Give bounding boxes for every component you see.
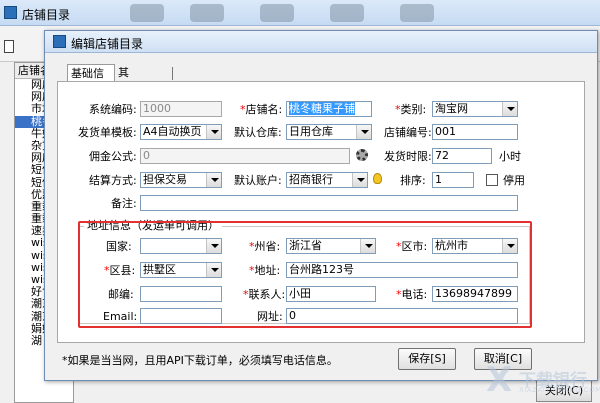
- default-warehouse-value: 日用仓库: [289, 125, 333, 138]
- phone-field[interactable]: 13698947899: [432, 286, 518, 302]
- tab-other[interactable]: 其它: [115, 64, 132, 96]
- default-warehouse-select[interactable]: 日用仓库: [286, 124, 372, 140]
- commission-formula-field[interactable]: 0: [140, 148, 350, 164]
- commission-formula-label: 佣金公式:: [89, 150, 137, 163]
- sort-field[interactable]: 1: [432, 172, 474, 188]
- ship-template-value: A4自动换页: [143, 125, 202, 138]
- new-document-icon[interactable]: [4, 40, 14, 53]
- default-account-value: 招商银行: [289, 173, 333, 186]
- category-label: *类别:: [395, 103, 427, 116]
- shop-number-label: 店铺编号:: [384, 126, 432, 139]
- email-field[interactable]: [140, 308, 222, 324]
- chevron-down-icon[interactable]: [502, 102, 517, 116]
- city-value: 杭州市: [435, 239, 468, 252]
- system-code-field[interactable]: 1000: [140, 101, 222, 117]
- chevron-down-icon[interactable]: [360, 239, 375, 253]
- blurred-taskbar-icons: [120, 2, 450, 24]
- app-icon: [4, 6, 17, 19]
- chevron-down-icon[interactable]: [206, 173, 221, 187]
- street-field[interactable]: 台州路123号: [286, 262, 518, 278]
- contact-field[interactable]: 小田: [286, 286, 376, 302]
- category-select[interactable]: 淘宝网: [432, 101, 518, 117]
- disabled-label: 停用: [503, 174, 525, 187]
- tab-separator: [172, 67, 173, 80]
- dialog-titlebar: 编辑店铺目录: [45, 31, 597, 53]
- email-label: Email:: [103, 310, 138, 323]
- shop-name-label: *店铺名:: [240, 103, 283, 116]
- shop-name-value: 桃冬糖果子铺: [289, 102, 355, 115]
- province-label: *州省:: [249, 240, 281, 253]
- postcode-label: 邮编:: [108, 288, 134, 301]
- dialog-icon: [53, 35, 66, 48]
- remark-label: 备注:: [111, 197, 137, 210]
- footnote: *如果是当当网，且用API下载订单，必须填写电话信息。: [62, 354, 338, 367]
- cancel-button[interactable]: 取消[C]: [474, 348, 532, 370]
- contact-label: *联系人:: [243, 288, 286, 301]
- website-label: 网址:: [257, 310, 283, 323]
- dialog-title: 编辑店铺目录: [71, 37, 144, 51]
- province-value: 浙江省: [289, 239, 322, 252]
- settlement-method-select[interactable]: 担保交易: [140, 172, 222, 188]
- close-button[interactable]: 关闭(C): [536, 380, 592, 402]
- ship-time-unit: 小时: [499, 150, 521, 163]
- country-select[interactable]: [140, 238, 222, 254]
- background-window-title: 店铺目录: [22, 8, 71, 22]
- ship-template-select[interactable]: A4自动换页: [140, 124, 222, 140]
- chevron-down-icon[interactable]: [502, 239, 517, 253]
- district-value: 拱墅区: [143, 263, 176, 276]
- phone-label: *电话:: [396, 288, 428, 301]
- city-label: *区市:: [396, 240, 428, 253]
- postcode-field[interactable]: [140, 286, 222, 302]
- chevron-down-icon[interactable]: [206, 239, 221, 253]
- district-label: *区县:: [104, 264, 136, 277]
- default-warehouse-label: 默认仓库:: [234, 126, 282, 139]
- street-label: *地址:: [249, 264, 281, 277]
- country-label: 国家:: [106, 240, 132, 253]
- default-account-select[interactable]: 招商银行: [286, 172, 368, 188]
- district-select[interactable]: 拱墅区: [140, 262, 222, 278]
- chevron-down-icon[interactable]: [352, 173, 367, 187]
- settlement-method-value: 担保交易: [143, 173, 187, 186]
- ship-template-label: 发货单模板:: [78, 126, 137, 139]
- city-select[interactable]: 杭州市: [432, 238, 518, 254]
- default-account-label: 默认账户:: [234, 174, 282, 187]
- lightbulb-icon[interactable]: [373, 173, 382, 184]
- category-value: 淘宝网: [435, 102, 468, 115]
- province-select[interactable]: 浙江省: [286, 238, 376, 254]
- ship-time-limit-field[interactable]: 72: [432, 148, 492, 164]
- remark-field[interactable]: [140, 195, 518, 211]
- system-code-label: 系统编码:: [89, 103, 137, 116]
- website-field[interactable]: 0: [286, 308, 518, 324]
- disabled-checkbox[interactable]: [486, 174, 498, 186]
- chevron-down-icon[interactable]: [206, 125, 221, 139]
- save-button[interactable]: 保存[S]: [398, 348, 456, 370]
- background-window-titlebar: 店铺目录: [0, 0, 600, 26]
- sort-label: 排序:: [400, 174, 426, 187]
- chevron-down-icon[interactable]: [356, 125, 371, 139]
- ship-time-limit-label: 发货时限:: [384, 150, 432, 163]
- tab-basic-info[interactable]: 基础信息: [67, 64, 115, 97]
- shop-name-field[interactable]: 桃冬糖果子铺: [286, 101, 372, 117]
- settlement-method-label: 结算方式:: [89, 174, 137, 187]
- gear-icon[interactable]: [356, 149, 368, 161]
- chevron-down-icon[interactable]: [206, 263, 221, 277]
- shop-number-field[interactable]: 001: [432, 124, 518, 140]
